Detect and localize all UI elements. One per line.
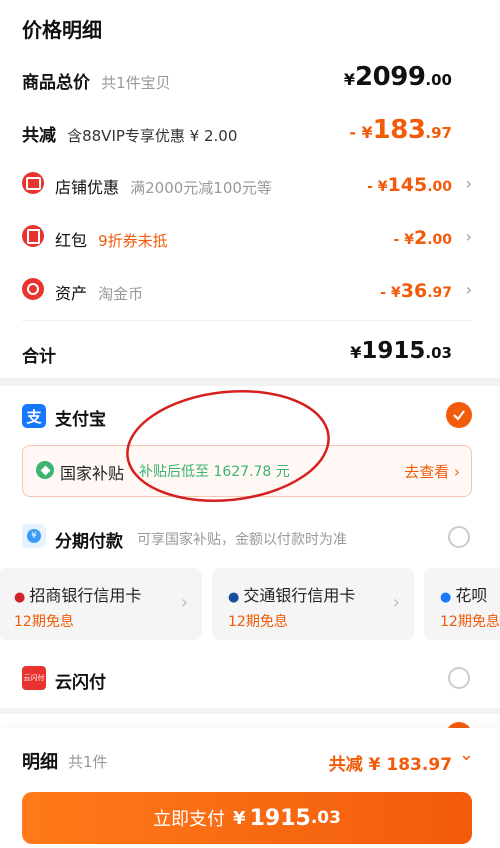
installment-desc: 可享国家补贴，金额以付款时为准 [137, 532, 347, 548]
shop-discount-row[interactable]: 店铺优惠 满2000元减100元等 [55, 174, 272, 198]
red-packet-dec: .00 [427, 232, 452, 248]
installment-card-bocom[interactable]: ● 交通银行信用卡 12期免息 › [212, 568, 414, 640]
goods-count: 共1件宝贝 [101, 74, 171, 92]
total-dec: .03 [425, 344, 452, 362]
installment-card-huabei[interactable]: ● 花呗 12期免息 [424, 568, 500, 640]
discount-amount: - ¥183.97 [349, 115, 452, 145]
chevron-right-icon[interactable]: › [466, 227, 472, 246]
red-packet-amount[interactable]: - ¥2.00 [394, 227, 452, 249]
check-icon [453, 410, 465, 421]
bocom-bank-icon: ● [228, 590, 240, 605]
alipay-icon: 支 [22, 404, 46, 428]
divider [22, 320, 472, 321]
footer-detail-label[interactable]: 明细 [22, 748, 58, 774]
installment-card-cmb[interactable]: ● 招商银行信用卡 12期免息 › [0, 568, 202, 640]
chevron-right-icon[interactable]: › [466, 280, 472, 299]
chevron-right-icon: › [180, 592, 188, 613]
currency-symbol: ¥ [350, 343, 362, 362]
total-int: 1915 [361, 338, 426, 364]
installment-label[interactable]: 分期付款 [55, 527, 123, 552]
discount-row: 共减 含88VIP专享优惠 ¥ 2.00 [22, 121, 237, 146]
red-packet-icon [22, 225, 44, 247]
footer-count: 共1件 [68, 753, 108, 771]
red-packet-int: 2 [413, 227, 428, 249]
asset-label: 资产 [55, 284, 88, 303]
card-plan: 12期免息 [228, 614, 288, 630]
price-dec: .00 [425, 71, 452, 89]
footer-discount[interactable]: 共减 ¥ 183.97 [329, 750, 452, 775]
shop-prefix: - ¥ [367, 179, 388, 195]
shop-dec: .00 [427, 179, 452, 195]
annotation-circle [126, 390, 330, 502]
pay-button-int: 1915 [249, 805, 311, 831]
asset-tag-icon [22, 278, 44, 300]
total-price: ¥1915.03 [350, 338, 452, 364]
asset-desc: 淘金币 [98, 285, 144, 303]
discount-label: 共减 [22, 126, 56, 146]
huabei-icon: ● [440, 590, 452, 605]
discount-prefix: - ¥ [349, 123, 373, 142]
discount-int: 183 [372, 115, 426, 145]
card-name: ● 招商银行信用卡 [14, 586, 142, 605]
red-packet-prefix: - ¥ [393, 232, 414, 248]
discount-desc: 含88VIP专享优惠 ¥ 2.00 [67, 127, 238, 145]
asset-prefix: - ¥ [380, 285, 401, 301]
red-packet-label: 红包 [55, 231, 88, 250]
red-packet-row[interactable]: 红包 9折券未抵 [55, 227, 168, 251]
shop-discount-desc: 满2000元减100元等 [130, 179, 272, 197]
pay-now-button[interactable]: 立即支付 ¥ 1915 .03 [22, 792, 472, 844]
card-name: ● 交通银行信用卡 [228, 586, 356, 605]
pay-button-label: 立即支付 [153, 809, 226, 830]
alipay-radio[interactable] [446, 402, 472, 428]
goods-total-price: ¥2099.00 [344, 62, 452, 92]
unionpay-icon: 云闪付 [22, 666, 46, 690]
red-packet-desc: 9折券未抵 [98, 232, 168, 250]
asset-row[interactable]: 资产 淘金币 [55, 280, 143, 304]
section-separator [0, 708, 500, 714]
subsidy-label: 国家补贴 [60, 464, 125, 483]
alipay-label[interactable]: 支付宝 [55, 405, 106, 430]
discount-dec: .97 [425, 124, 452, 142]
unionpay-radio[interactable] [448, 667, 470, 689]
pay-button-yen: ¥ [233, 807, 246, 829]
goods-total-label: 商品总价 [22, 73, 90, 93]
shop-discount-label: 店铺优惠 [55, 178, 120, 197]
asset-dec: .97 [427, 285, 452, 301]
cmb-bank-icon: ● [14, 590, 26, 605]
currency-symbol: ¥ [343, 70, 356, 89]
section-separator [0, 378, 500, 386]
shop-int: 145 [387, 174, 428, 196]
price-int: 2099 [355, 62, 426, 92]
card-plan: 12期免息 [14, 614, 74, 630]
card-plan: 12期免息 [440, 614, 500, 630]
shop-icon [22, 172, 44, 194]
chevron-right-icon: › [392, 592, 400, 613]
asset-amount[interactable]: - ¥36.97 [380, 280, 452, 302]
installment-radio[interactable] [448, 526, 470, 548]
expand-chevron-icon[interactable]: ⌄ [459, 744, 474, 765]
subsidy-link[interactable]: 去查看 › [404, 461, 460, 482]
installment-icon: ¥ [22, 524, 46, 548]
unionpay-label[interactable]: 云闪付 [55, 668, 106, 693]
chevron-right-icon[interactable]: › [466, 174, 472, 193]
pay-button-dec: .03 [310, 808, 341, 828]
asset-int: 36 [400, 280, 428, 302]
total-label: 合计 [22, 347, 56, 367]
subsidy-icon [36, 461, 54, 479]
page-title: 价格明细 [22, 18, 102, 42]
goods-total-row: 商品总价 共1件宝贝 [22, 68, 171, 93]
shop-discount-amount[interactable]: - ¥145.00 [367, 174, 452, 196]
card-name: ● 花呗 [440, 586, 488, 605]
